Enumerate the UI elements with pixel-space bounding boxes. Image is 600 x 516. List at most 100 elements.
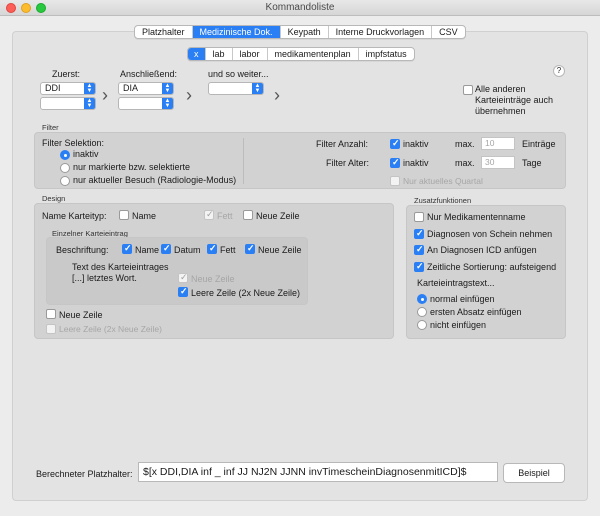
entry-text-newline-label: Neue Zeile bbox=[191, 274, 235, 284]
name-type-newline-checkbox[interactable] bbox=[243, 210, 253, 220]
filter-age-inactive-checkbox[interactable] bbox=[390, 157, 400, 168]
icd-label: An Diagnosen ICD anfügen bbox=[427, 245, 537, 255]
tab-medizinische-dok[interactable]: Medizinische Dok. bbox=[192, 26, 281, 38]
caption-date-checkbox[interactable] bbox=[161, 243, 171, 254]
design-empty-line-checkbox[interactable] bbox=[46, 324, 56, 334]
first-label: Zuerst: bbox=[52, 69, 81, 79]
then-popup[interactable]: DIA ▲ ▼ bbox=[118, 82, 174, 95]
subtab-impfstatus[interactable]: impfstatus bbox=[359, 48, 414, 60]
filter-radio-current-visit-label: nur aktueller Besuch (Radiologie-Modus) bbox=[73, 175, 237, 185]
insert-first-paragraph-radio[interactable] bbox=[417, 307, 427, 317]
computed-placeholder-field[interactable]: $[x DDI,DIA inf _ inf JJ NJ2N JJNN invTi… bbox=[138, 462, 498, 482]
name-type-name-label: Name bbox=[132, 211, 157, 221]
caption-newline-checkbox[interactable] bbox=[245, 243, 255, 254]
filter-count-max-label: max. bbox=[455, 139, 475, 149]
filter-radio-current-visit[interactable] bbox=[60, 176, 70, 186]
caption-name-label: Name bbox=[135, 245, 160, 255]
insert-normal-radio[interactable] bbox=[417, 294, 427, 304]
main-tab-bar: Platzhalter Medizinische Dok. Keypath In… bbox=[134, 25, 466, 39]
chevron-right-icon: › bbox=[186, 85, 192, 105]
first-popup[interactable]: DDI ▲ ▼ bbox=[40, 82, 96, 95]
filter-age-input[interactable]: 30 bbox=[481, 156, 515, 169]
sort-label: Zeitliche Sortierung: aufsteigend bbox=[427, 262, 557, 272]
entry-text-options-label: Karteieintragstext... bbox=[417, 278, 495, 288]
filter-selection-label: Filter Selektion: bbox=[42, 138, 105, 148]
chevron-right-icon: › bbox=[274, 85, 280, 105]
first-popup-secondary[interactable]: ▲ ▼ bbox=[40, 97, 96, 110]
tab-interne-druckvorlagen[interactable]: Interne Druckvorlagen bbox=[329, 26, 433, 38]
design-newline-checkbox[interactable] bbox=[46, 309, 56, 319]
filter-count-unit: Einträge bbox=[522, 139, 556, 149]
then-popup-secondary[interactable]: ▲ ▼ bbox=[118, 97, 174, 110]
popup-arrows-icon: ▲ ▼ bbox=[162, 98, 173, 109]
chevron-right-icon: › bbox=[102, 85, 108, 105]
subtab-x[interactable]: x bbox=[188, 48, 206, 60]
filter-age-unit: Tage bbox=[522, 158, 542, 168]
name-type-name-checkbox[interactable] bbox=[119, 210, 129, 220]
filter-radio-inaktiv-label: inaktiv bbox=[73, 149, 99, 159]
entry-text-empty-line-checkbox[interactable] bbox=[178, 286, 188, 297]
title-bar: Kommandoliste bbox=[0, 0, 600, 16]
only-med-checkbox[interactable] bbox=[414, 212, 424, 222]
caption-date-label: Datum bbox=[174, 245, 201, 255]
filter-count-input[interactable]: 10 bbox=[481, 137, 515, 150]
filter-age-inactive-label: inaktiv bbox=[403, 158, 429, 168]
more-label: und so weiter... bbox=[208, 69, 269, 79]
subtab-medikamentenplan[interactable]: medikamentenplan bbox=[268, 48, 359, 60]
insert-first-paragraph-label: ersten Absatz einfügen bbox=[430, 307, 522, 317]
insert-none-label: nicht einfügen bbox=[430, 320, 487, 330]
name-type-label: Name Karteityp: bbox=[42, 211, 107, 221]
design-empty-line-label: Leere Zeile (2x Neue Zeile) bbox=[59, 324, 162, 334]
filter-section-title: Filter bbox=[42, 123, 59, 132]
filter-radio-marked-label: nur markierte bzw. selektierte bbox=[73, 162, 191, 172]
filter-count-inactive-checkbox[interactable] bbox=[390, 138, 400, 149]
design-newline-label: Neue Zeile bbox=[59, 310, 103, 320]
popup-arrows-icon: ▲ ▼ bbox=[252, 83, 263, 94]
entry-text-empty-line-label: Leere Zeile (2x Neue Zeile) bbox=[191, 288, 301, 298]
tab-keypath[interactable]: Keypath bbox=[281, 26, 329, 38]
name-type-bold-checkbox[interactable] bbox=[204, 209, 214, 220]
filter-age-label: Filter Alter: bbox=[326, 158, 370, 168]
caption-bold-checkbox[interactable] bbox=[207, 243, 217, 254]
sort-checkbox[interactable] bbox=[414, 261, 424, 272]
caption-name-checkbox[interactable] bbox=[122, 243, 132, 254]
subtab-lab[interactable]: lab bbox=[206, 48, 233, 60]
entry-text-label: Text des Karteieintrages bbox=[72, 262, 169, 272]
insert-none-radio[interactable] bbox=[417, 320, 427, 330]
all-other-label: Alle anderen Karteieinträge auch überneh… bbox=[475, 84, 554, 116]
more-popup[interactable]: ▲ ▼ bbox=[208, 82, 264, 95]
current-quarter-checkbox[interactable] bbox=[390, 176, 400, 186]
extra-section-title: Zusatzfunktionen bbox=[414, 196, 472, 205]
insert-normal-label: normal einfügen bbox=[430, 294, 495, 304]
diag-schein-label: Diagnosen von Schein nehmen bbox=[427, 229, 553, 239]
entry-text-label-2: [...] letztes Wort. bbox=[72, 273, 137, 283]
popup-arrows-icon: ▲ ▼ bbox=[84, 98, 95, 109]
filter-radio-marked[interactable] bbox=[60, 163, 70, 173]
name-type-bold-label: Fett bbox=[217, 211, 233, 221]
divider bbox=[243, 138, 244, 184]
design-section-title: Design bbox=[42, 194, 66, 203]
caption-label: Beschriftung: bbox=[56, 245, 109, 255]
entry-text-newline-checkbox[interactable] bbox=[178, 272, 188, 283]
then-label: Anschließend: bbox=[120, 69, 178, 79]
caption-newline-label: Neue Zeile bbox=[258, 245, 302, 255]
icd-checkbox[interactable] bbox=[414, 244, 424, 255]
computed-label: Berechneter Platzhalter: bbox=[36, 469, 133, 479]
all-other-checkbox[interactable] bbox=[463, 85, 473, 95]
popup-arrows-icon: ▲ ▼ bbox=[84, 83, 95, 94]
caption-bold-label: Fett bbox=[220, 245, 236, 255]
name-type-newline-label: Neue Zeile bbox=[256, 211, 300, 221]
only-med-label: Nur Medikamentenname bbox=[427, 212, 526, 222]
example-button[interactable]: Beispiel bbox=[503, 463, 565, 483]
filter-count-label: Filter Anzahl: bbox=[316, 139, 369, 149]
filter-radio-inaktiv[interactable] bbox=[60, 150, 70, 160]
extra-box bbox=[406, 205, 566, 339]
help-button[interactable]: ? bbox=[553, 65, 565, 77]
subtab-labor[interactable]: labor bbox=[233, 48, 268, 60]
filter-age-max-label: max. bbox=[455, 158, 475, 168]
tab-csv[interactable]: CSV bbox=[432, 26, 465, 38]
filter-count-inactive-label: inaktiv bbox=[403, 139, 429, 149]
diag-schein-checkbox[interactable] bbox=[414, 228, 424, 239]
current-quarter-label: Nur aktuelles Quartal bbox=[403, 176, 483, 186]
tab-platzhalter[interactable]: Platzhalter bbox=[135, 26, 193, 38]
